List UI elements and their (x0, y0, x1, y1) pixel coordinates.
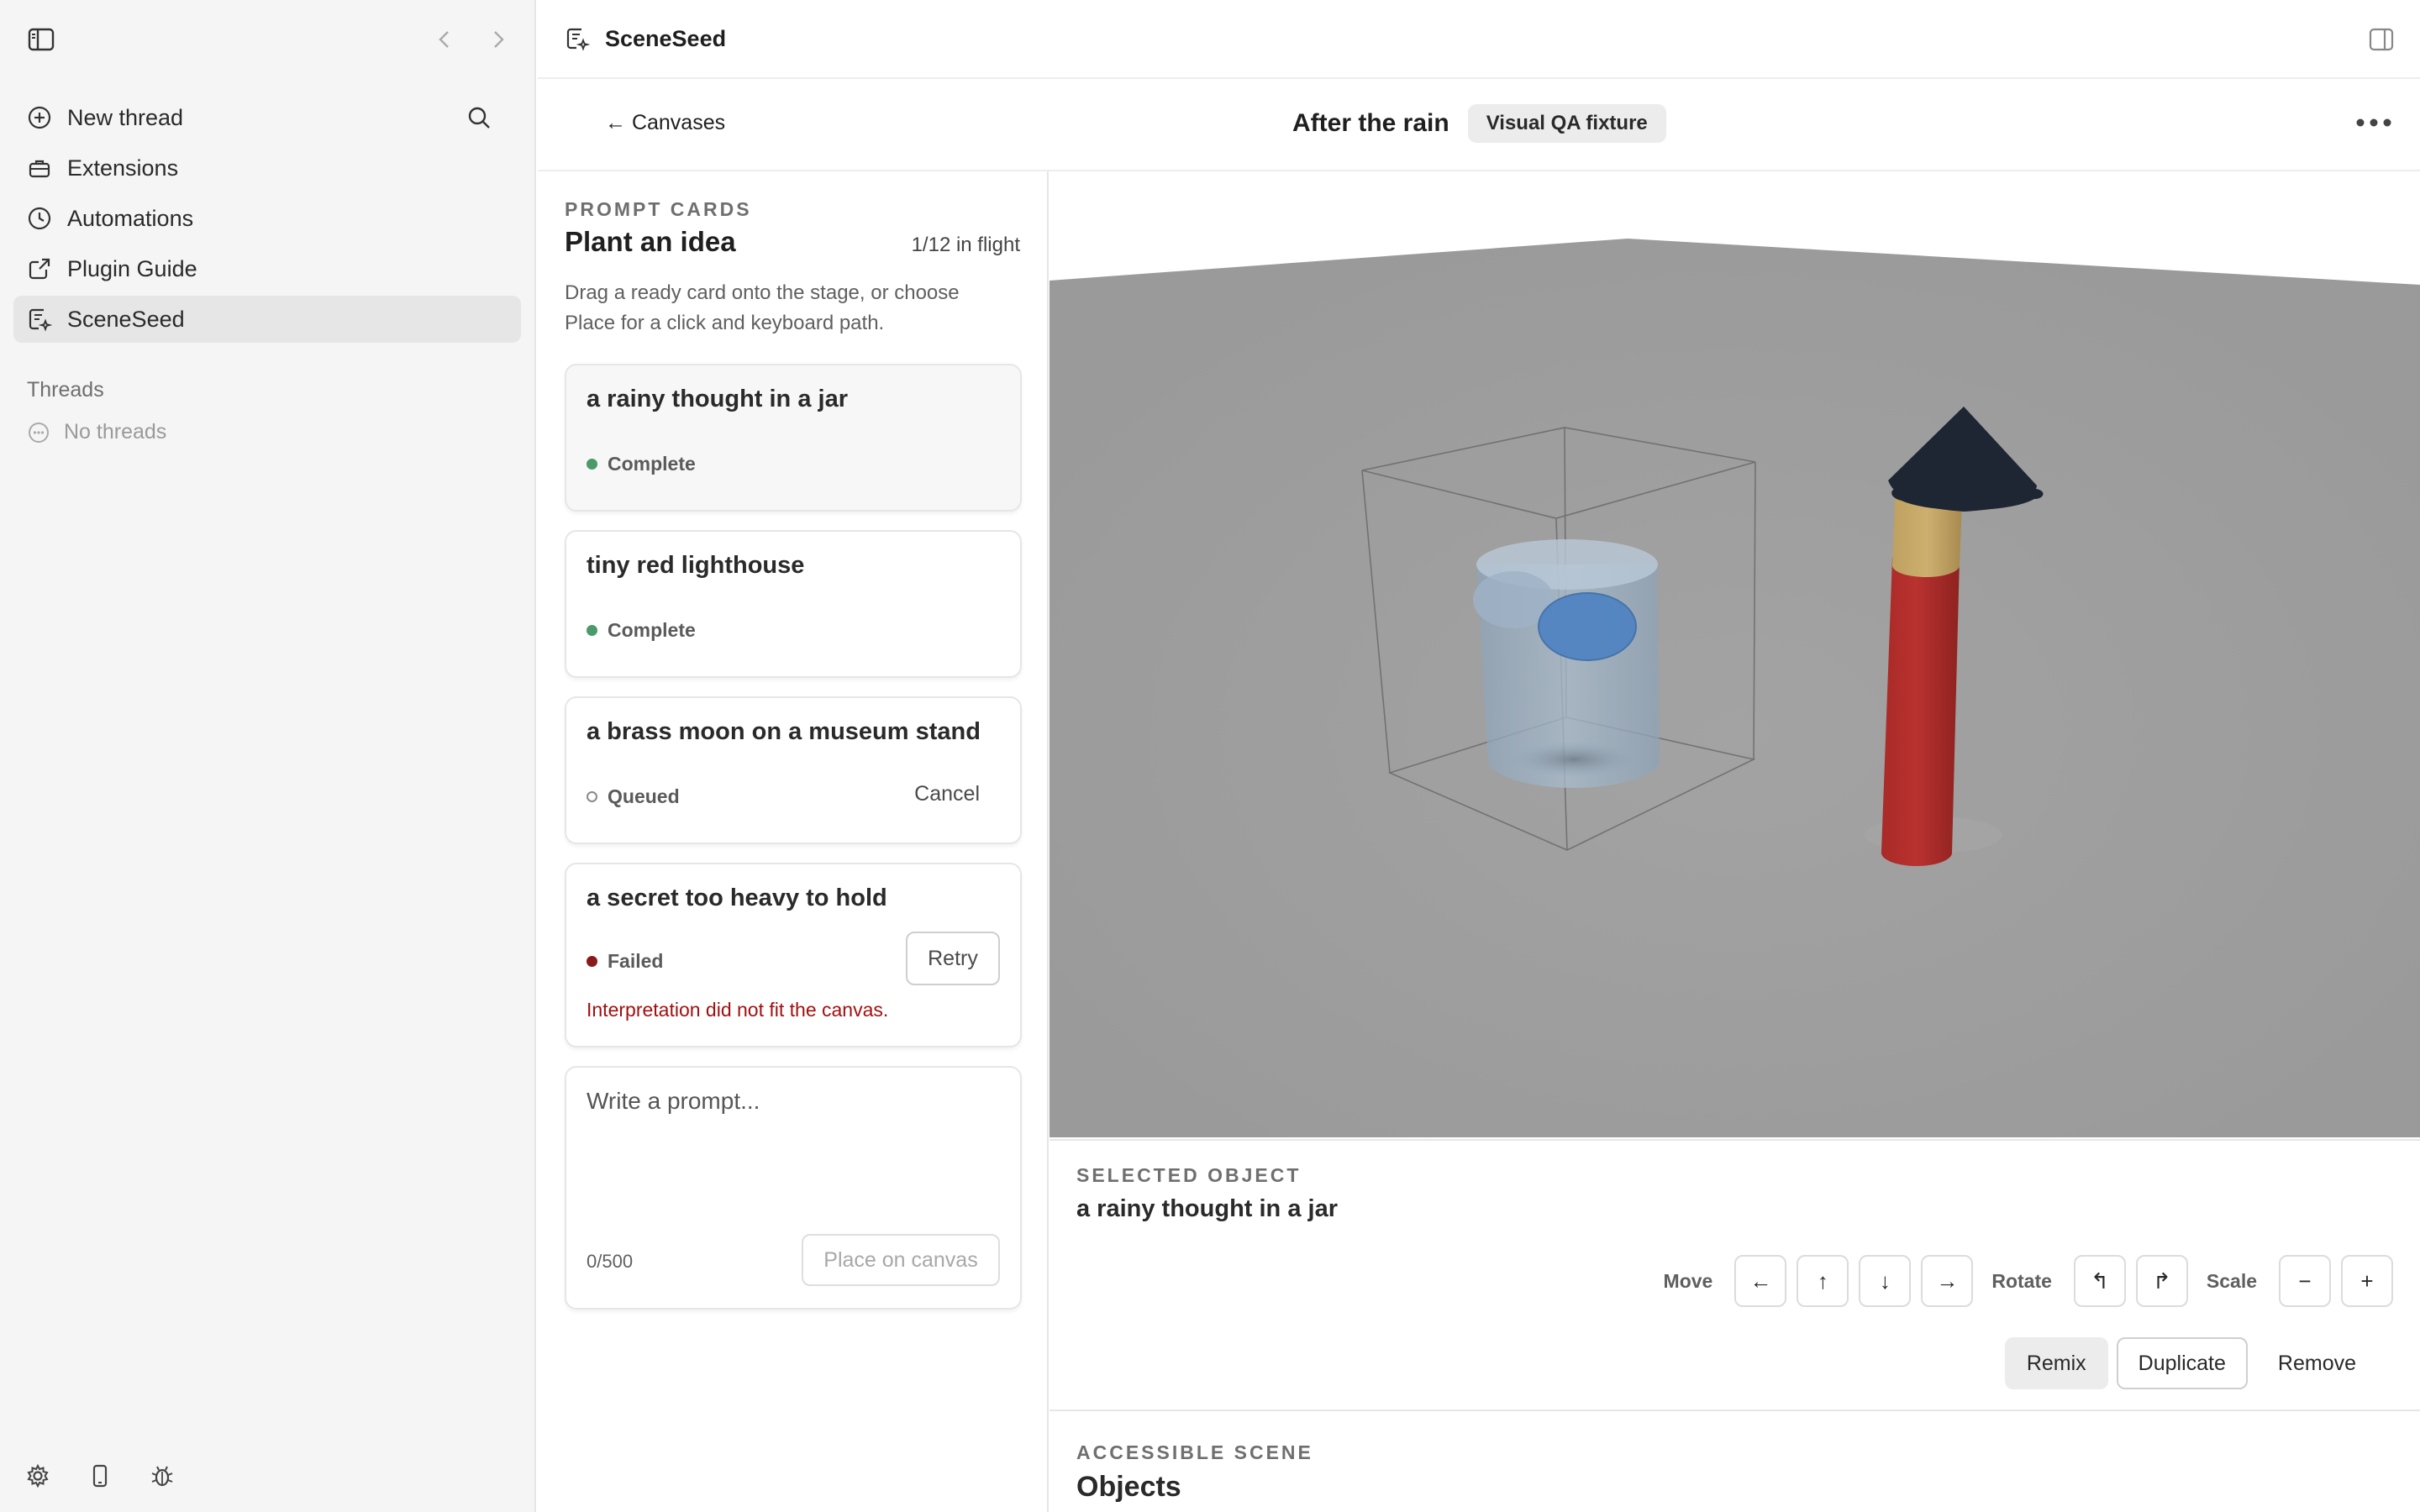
canvas-title: After the rain (1292, 109, 1449, 137)
status-label: Complete (608, 619, 696, 641)
in-flight-counter: 1/12 in flight (911, 234, 1020, 256)
sidebar-item-label: New thread (67, 104, 184, 130)
selected-object-inspector: SELECTED OBJECT a rainy thought in a jar… (1050, 1139, 2420, 1411)
status-label: Failed (608, 950, 664, 972)
remove-button[interactable]: Remove (2256, 1337, 2378, 1389)
prompt-cards-eyebrow: PROMPT CARDS (565, 198, 752, 220)
prompt-card-title: a rainy thought in a jar (587, 386, 848, 412)
gear-icon[interactable] (25, 1463, 50, 1488)
move-up-button[interactable]: ↑ (1797, 1255, 1849, 1307)
accessible-scene-title: Objects (1076, 1471, 1181, 1503)
sidebar-item-label: Extensions (67, 155, 179, 181)
accessible-scene-section: ACCESSIBLE SCENE Objects (1050, 1413, 2420, 1512)
prompt-composer: 0/500 Place on canvas (565, 1066, 1022, 1310)
status-dot-icon (587, 791, 597, 802)
sidebar-item-plugin-guide[interactable]: Plugin Guide (13, 245, 521, 292)
prompt-card-title: tiny red lighthouse (587, 552, 805, 579)
sidebar-top-bar (25, 24, 509, 57)
chevron-right-icon[interactable] (486, 25, 511, 54)
rainy-thought-jar[interactable] (1473, 539, 1660, 788)
sidebar-toggle-icon[interactable] (27, 25, 55, 54)
scale-down-button[interactable]: − (2279, 1255, 2331, 1307)
status-badge: Queued (587, 785, 680, 808)
rotate-label: Rotate (1991, 1269, 2052, 1292)
canvas-title-group: After the rain Visual QA fixture (1292, 104, 1666, 143)
accessible-scene-eyebrow: ACCESSIBLE SCENE (1076, 1441, 1313, 1463)
duplicate-button[interactable]: Duplicate (2116, 1337, 2248, 1389)
sidebar-nav: New thread Extensions Automations Plugin… (13, 94, 521, 346)
move-label: Move (1663, 1269, 1713, 1292)
app-title: SceneSeed (605, 25, 727, 51)
prompt-panel-title: Plant an idea (565, 226, 736, 257)
chat-bubble-icon (27, 421, 50, 444)
document-sparkle-icon (565, 26, 590, 51)
back-to-canvases-link[interactable]: ← Canvases (605, 111, 725, 135)
move-right-button[interactable]: → (1921, 1255, 1974, 1307)
status-label: Complete (608, 453, 696, 475)
bug-icon[interactable] (150, 1463, 175, 1488)
cancel-button[interactable]: Cancel (914, 782, 980, 806)
prompt-card-title: a secret too heavy to hold (587, 885, 887, 911)
status-dot-icon (587, 459, 597, 470)
scene-stage[interactable] (1050, 171, 2420, 1137)
document-sparkle-icon (27, 307, 52, 332)
prompt-input[interactable] (587, 1088, 998, 1214)
scale-up-button[interactable]: + (2341, 1255, 2393, 1307)
selected-object-eyebrow: SELECTED OBJECT (1076, 1164, 1302, 1186)
move-down-button[interactable]: ↓ (1859, 1255, 1912, 1307)
more-options-icon[interactable] (2354, 116, 2393, 129)
sidebar-item-automations[interactable]: Automations (13, 195, 521, 242)
move-left-button[interactable]: ← (1734, 1255, 1787, 1307)
sidebar-item-label: Plugin Guide (67, 255, 197, 281)
prompt-card-title: a brass moon on a museum stand (587, 718, 981, 745)
threads-empty-state: No threads (27, 420, 166, 444)
character-count: 0/500 (587, 1251, 634, 1272)
stage-floor (1050, 239, 2420, 1137)
threads-section-label: Threads (27, 378, 104, 402)
prompt-card[interactable]: a brass moon on a museum stand Queued Ca… (565, 696, 1022, 844)
external-link-icon (27, 256, 52, 281)
selected-object-name: a rainy thought in a jar (1076, 1195, 1338, 1222)
toolbox-icon (27, 155, 52, 181)
sidebar-item-label: Automations (67, 205, 194, 231)
prompt-card[interactable]: a secret too heavy to hold Failed Retry … (565, 863, 1022, 1047)
canvas-header: ← Canvases After the rain Visual QA fixt… (538, 81, 2420, 171)
prompt-panel-help: Drag a ready card onto the stage, or cho… (565, 281, 960, 334)
app-topbar: SceneSeed (538, 0, 2420, 79)
transform-controls: Move ← ↑ ↓ → Rotate ↰ ↱ Scale − + (1664, 1255, 2393, 1307)
prompt-card[interactable]: tiny red lighthouse Complete (565, 530, 1022, 678)
error-message: Interpretation did not fit the canvas. (587, 999, 889, 1021)
clock-icon (27, 206, 52, 231)
scale-label: Scale (2206, 1269, 2257, 1292)
scene-viewport[interactable] (1050, 171, 2420, 1137)
sidebar-item-new-thread[interactable]: New thread (13, 94, 521, 141)
fixture-badge: Visual QA fixture (1467, 104, 1666, 143)
chevron-left-icon[interactable] (432, 25, 457, 54)
rotate-right-button[interactable]: ↱ (2135, 1255, 2188, 1307)
prompt-cards-panel: PROMPT CARDS Plant an idea 1/12 in fligh… (538, 171, 1049, 1512)
prompt-panel-header: Plant an idea 1/12 in flight (565, 226, 1020, 258)
sidebar: New thread Extensions Automations Plugin… (0, 0, 536, 1512)
rotate-left-button[interactable]: ↰ (2073, 1255, 2126, 1307)
retry-button[interactable]: Retry (906, 932, 1000, 985)
search-icon[interactable] (466, 104, 492, 131)
plus-circle-icon (27, 105, 52, 130)
prompt-card[interactable]: a rainy thought in a jar Complete (565, 364, 1022, 512)
status-label: Queued (608, 785, 680, 807)
status-badge: Complete (587, 453, 696, 475)
place-on-canvas-button[interactable]: Place on canvas (802, 1234, 1000, 1286)
sidebar-footer (25, 1463, 175, 1488)
phone-icon[interactable] (87, 1463, 113, 1488)
object-actions: Remix Duplicate Remove (2004, 1337, 2378, 1389)
sidebar-item-sceneseed[interactable]: SceneSeed (13, 296, 521, 343)
sidebar-item-extensions[interactable]: Extensions (13, 144, 521, 192)
threads-empty-label: No threads (64, 420, 167, 444)
sidebar-item-label: SceneSeed (67, 306, 185, 332)
status-dot-icon (587, 956, 597, 967)
right-panel-toggle-icon[interactable] (2368, 27, 2395, 52)
remix-button[interactable]: Remix (2004, 1337, 2108, 1389)
status-badge: Failed (587, 950, 663, 973)
status-badge: Complete (587, 619, 696, 642)
status-dot-icon (587, 625, 597, 636)
